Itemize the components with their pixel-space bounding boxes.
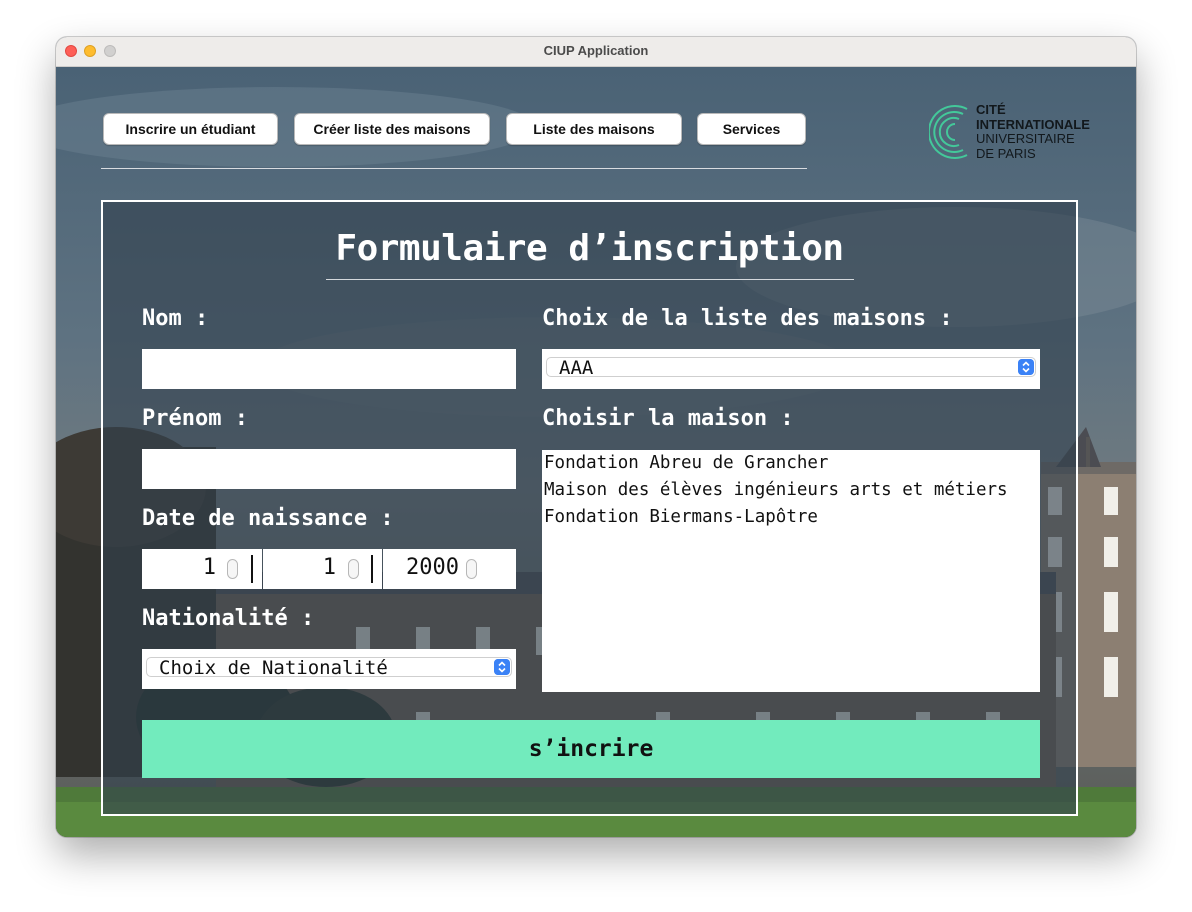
nom-label: Nom : [142,306,209,331]
chevron-updown-icon[interactable] [494,659,510,675]
birth-day-value: 1 [202,555,216,580]
logo-line-1: CITÉ [976,102,1006,117]
house-list-select-control[interactable]: AAA [546,357,1036,379]
birth-month-value: 1 [322,555,336,580]
registration-form-panel: Formulaire d’inscription Nom : Prénom : … [101,200,1078,816]
logo-line-3: UNIVERSITAIRE [976,131,1075,146]
chevron-updown-icon[interactable] [1018,359,1034,375]
date-separator [371,555,373,583]
logo-line-2: INTERNATIONALE [976,116,1090,132]
house-list-item[interactable]: Fondation Abreu de Grancher [544,453,828,473]
nav-creer-liste-button[interactable]: Créer liste des maisons [294,113,490,145]
day-spinner-icon[interactable] [227,559,238,579]
window-title: CIUP Application [543,43,649,58]
submit-inscription-button[interactable]: s’incrire [142,720,1040,778]
nationality-select-control[interactable]: Choix de Nationalité [146,657,512,679]
house-list-label: Choix de la liste des maisons : [542,306,953,331]
birth-date-label: Date de naissance : [142,506,394,531]
nav-divider [101,168,807,169]
ciup-logo-text: CITÉ INTERNATIONALE UNIVERSITAIRE DE PAR… [976,102,1090,161]
house-listbox[interactable]: Fondation Abreu de Grancher Maison des é… [542,450,1040,692]
house-list-selected-value: AAA [559,357,594,379]
birth-month-stepper[interactable]: 1 [263,549,382,589]
prenom-label: Prénom : [142,406,248,431]
form-title-underline [326,279,854,280]
prenom-input[interactable] [142,449,516,489]
birth-year-stepper[interactable]: 2000 [383,549,516,589]
birth-day-stepper[interactable]: 1 [142,549,262,589]
nationality-label: Nationalité : [142,606,315,631]
house-list-select[interactable]: AAA [542,349,1040,389]
app-content: Inscrire un étudiant Créer liste des mai… [56,67,1136,837]
house-list-item[interactable]: Maison des élèves ingénieurs arts et mét… [544,480,1008,500]
nom-input[interactable] [142,349,516,389]
house-list-item[interactable]: Fondation Biermans-Lapôtre [544,507,818,527]
nationality-select[interactable]: Choix de Nationalité [142,649,516,689]
birth-date-field: 1 1 2000 [142,549,516,589]
title-bar: CIUP Application [56,37,1136,67]
nav-liste-maisons-button[interactable]: Liste des maisons [506,113,682,145]
logo-line-4: DE PARIS [976,145,1036,161]
house-label: Choisir la maison : [542,406,794,431]
date-separator [251,555,253,583]
ciup-logo-icon [929,105,968,159]
app-window: CIUP Application Inscrire un étudiant Cr… [56,37,1136,837]
nav-inscrire-etudiant-button[interactable]: Inscrire un étudiant [103,113,278,145]
form-title: Formulaire d’inscription [335,228,844,269]
nationality-selected-value: Choix de Nationalité [159,657,388,679]
birth-year-value: 2000 [406,555,459,580]
month-spinner-icon[interactable] [348,559,359,579]
nav-services-button[interactable]: Services [697,113,806,145]
year-spinner-icon[interactable] [466,559,477,579]
